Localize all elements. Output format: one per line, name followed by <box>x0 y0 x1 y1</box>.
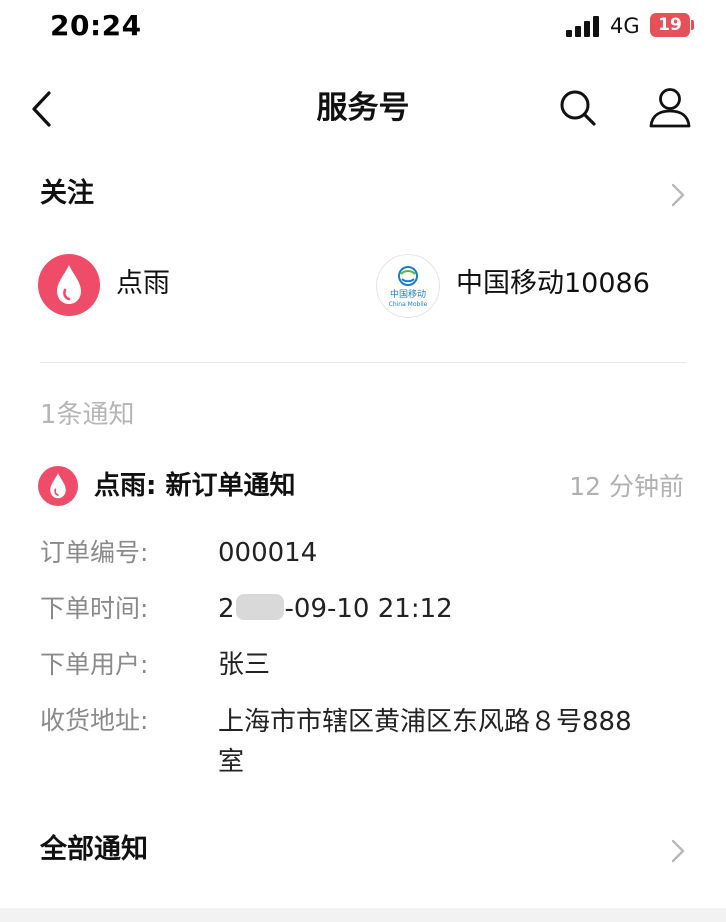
search-button[interactable] <box>556 86 600 130</box>
account-name: 点雨 <box>116 268 170 299</box>
order-number-value: 000014 <box>218 538 318 568</box>
follow-title: 关注 <box>40 178 94 209</box>
section-divider <box>40 362 686 363</box>
follow-section-header[interactable] <box>0 160 726 226</box>
account-name: 中国移动10086 <box>456 268 650 299</box>
notification-title: 点雨: 新订单通知 <box>94 471 296 501</box>
notification-card[interactable]: 点雨: 新订单通知 12 分钟前 订单编号: 000014 下单时间: 2 -09… <box>0 456 726 796</box>
order-user-label: 下单用户: <box>40 650 149 679</box>
dianyu-avatar <box>38 254 100 316</box>
order-time-label: 下单时间: <box>40 594 149 623</box>
chevron-right-icon <box>671 839 685 863</box>
signal-strength-icon <box>566 15 602 37</box>
china-mobile-logo-subtext: China Mobile <box>388 301 428 308</box>
dianyu-drop-icon <box>57 265 81 304</box>
person-icon <box>649 88 691 128</box>
network-type: 4G <box>610 14 640 38</box>
bottom-strip <box>0 908 726 922</box>
order-time-value: 2 -09-10 21:12 <box>218 590 648 628</box>
all-notifications-title: 全部通知 <box>40 834 148 865</box>
dianyu-avatar-small <box>38 466 78 506</box>
china-mobile-avatar: 中国移动 China Mobile <box>376 254 440 318</box>
shipping-address-value: 上海市市辖区黄浦区东风路８号888室 <box>218 707 632 777</box>
dianyu-drop-icon <box>50 473 66 499</box>
notification-time: 12 分钟前 <box>569 472 684 501</box>
shipping-address-label: 收货地址: <box>40 706 149 735</box>
status-time: 20:24 <box>50 9 142 42</box>
followed-account-china-mobile[interactable]: 中国移动 China Mobile 中国移动10086 <box>376 248 706 324</box>
battery-level: 19 <box>658 15 682 35</box>
search-icon <box>560 90 596 126</box>
followed-account-dianyu[interactable]: 点雨 <box>38 248 338 324</box>
battery-tip <box>691 20 694 30</box>
chevron-right-icon <box>671 183 685 207</box>
order-time-prefix: 2 <box>218 594 235 624</box>
order-number-label: 订单编号: <box>40 538 149 567</box>
battery-icon: 19 <box>650 13 690 37</box>
redacted-blur <box>235 594 284 620</box>
notification-count: 1条通知 <box>40 400 135 430</box>
page-title: 服务号 <box>316 90 410 126</box>
order-user-value: 张三 <box>218 650 271 680</box>
profile-button[interactable] <box>646 84 694 132</box>
order-time-suffix: -09-10 21:12 <box>284 594 453 624</box>
china-mobile-logo-text: 中国移动 <box>389 290 426 300</box>
